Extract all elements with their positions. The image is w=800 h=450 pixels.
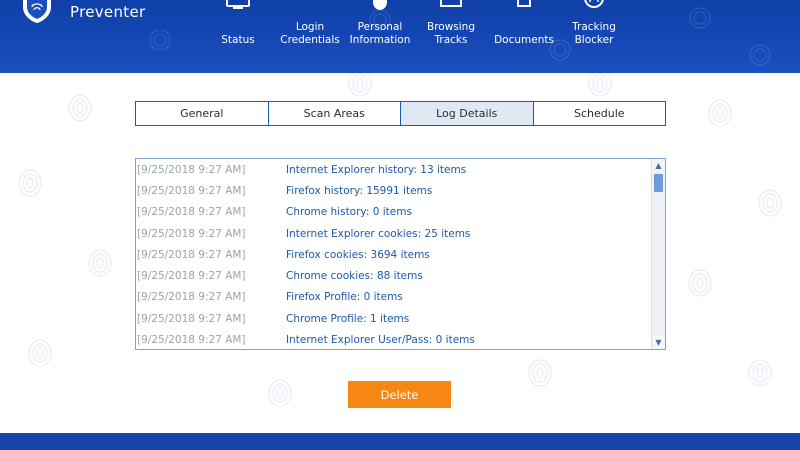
nav-tracking-blocker[interactable]: Tracking Blocker bbox=[566, 0, 622, 73]
log-message: Firefox Profile: 0 items bbox=[286, 291, 403, 304]
tab-schedule[interactable]: Schedule bbox=[533, 102, 665, 125]
log-row: [9/25/2018 9:27 AM] Chrome history: 0 ite… bbox=[136, 202, 651, 223]
nav-browsing-tracks-label: Browsing Tracks bbox=[426, 21, 475, 46]
log-row: [9/25/2018 9:27 AM] Chrome cookies: 88 it… bbox=[136, 265, 651, 286]
tab-general[interactable]: General bbox=[136, 102, 269, 125]
log-timestamp: [9/25/2018 9:27 AM] bbox=[137, 184, 246, 197]
log-timestamp: [9/25/2018 9:27 AM] bbox=[137, 270, 246, 283]
app-header: Preventer Status Login Credentials Perso… bbox=[0, 0, 800, 73]
tab-log-details[interactable]: Log Details bbox=[401, 102, 534, 125]
log-details-box[interactable]: [9/25/2018 9:27 AM] Internet Explorer his… bbox=[135, 158, 666, 350]
log-message: Chrome history: 0 items bbox=[286, 206, 412, 219]
log-timestamp: [9/25/2018 9:27 AM] bbox=[137, 312, 246, 325]
scroll-down-arrow-icon[interactable]: ▼ bbox=[652, 336, 665, 349]
log-message: Chrome cookies: 88 items bbox=[286, 270, 423, 283]
scroll-thumb[interactable] bbox=[654, 174, 663, 192]
main-content: General Scan Areas Log Details Schedule … bbox=[0, 73, 800, 433]
log-scrollbar[interactable]: ▲ ▼ bbox=[651, 159, 665, 349]
nav-tracking-blocker-label: Tracking Blocker bbox=[572, 21, 616, 46]
tab-scan-areas[interactable]: Scan Areas bbox=[268, 102, 401, 125]
log-message: Internet Explorer User/Pass: 0 items bbox=[286, 334, 475, 347]
nav-login-credentials-label: Login Credentials bbox=[280, 21, 340, 46]
log-list: [9/25/2018 9:27 AM] Internet Explorer his… bbox=[136, 159, 651, 349]
nav-personal-information[interactable]: Personal Information bbox=[348, 0, 412, 73]
monitor-icon bbox=[226, 0, 250, 9]
log-timestamp: [9/25/2018 9:27 AM] bbox=[137, 248, 246, 261]
log-message: Internet Explorer cookies: 25 items bbox=[286, 227, 471, 240]
delete-button[interactable]: Delete bbox=[348, 381, 451, 408]
log-row: [9/25/2018 9:27 AM] Firefox history: 1599… bbox=[136, 180, 651, 201]
nav-personal-information-label: Personal Information bbox=[349, 21, 411, 46]
log-row: [9/25/2018 9:27 AM] Internet Explorer coo… bbox=[136, 223, 651, 244]
brand-name: Preventer bbox=[70, 3, 146, 21]
nav-browsing-tracks[interactable]: Browsing Tracks bbox=[422, 0, 480, 73]
document-icon bbox=[517, 0, 531, 7]
log-message: Firefox cookies: 3694 items bbox=[286, 248, 430, 261]
nav-login-credentials[interactable]: Login Credentials bbox=[278, 0, 342, 73]
log-timestamp: [9/25/2018 9:27 AM] bbox=[137, 206, 246, 219]
log-message: Internet Explorer history: 13 items bbox=[286, 163, 467, 176]
log-timestamp: [9/25/2018 9:27 AM] bbox=[137, 291, 246, 304]
log-row: [9/25/2018 9:27 AM] Chrome Profile: 1 ite… bbox=[136, 308, 651, 329]
tab-bar: General Scan Areas Log Details Schedule bbox=[135, 101, 666, 126]
log-row: [9/25/2018 9:27 AM] Internet Explorer his… bbox=[136, 159, 651, 180]
nav-status[interactable]: Status bbox=[216, 0, 260, 73]
log-message: Chrome Profile: 1 items bbox=[286, 312, 410, 325]
log-row: [9/25/2018 9:27 AM] Firefox Profile: 0 it… bbox=[136, 287, 651, 308]
nav-status-label: Status bbox=[221, 34, 255, 46]
shield-logo-icon bbox=[23, 0, 51, 23]
log-row: [9/25/2018 9:27 AM] Firefox cookies: 3694… bbox=[136, 244, 651, 265]
person-icon bbox=[373, 0, 387, 10]
log-timestamp: [9/25/2018 9:27 AM] bbox=[137, 334, 246, 347]
footer-bar bbox=[0, 433, 800, 450]
nav-documents[interactable]: Documents bbox=[492, 0, 556, 73]
nav-documents-label: Documents bbox=[494, 34, 554, 46]
log-timestamp: [9/25/2018 9:27 AM] bbox=[137, 227, 246, 240]
log-timestamp: [9/25/2018 9:27 AM] bbox=[137, 163, 246, 176]
browser-icon bbox=[440, 0, 462, 7]
log-message: Firefox history: 15991 items bbox=[286, 184, 433, 197]
scroll-up-arrow-icon[interactable]: ▲ bbox=[652, 159, 665, 172]
fingerprint-icon bbox=[584, 0, 604, 8]
log-row: [9/25/2018 9:27 AM] Internet Explorer Use… bbox=[136, 329, 651, 349]
